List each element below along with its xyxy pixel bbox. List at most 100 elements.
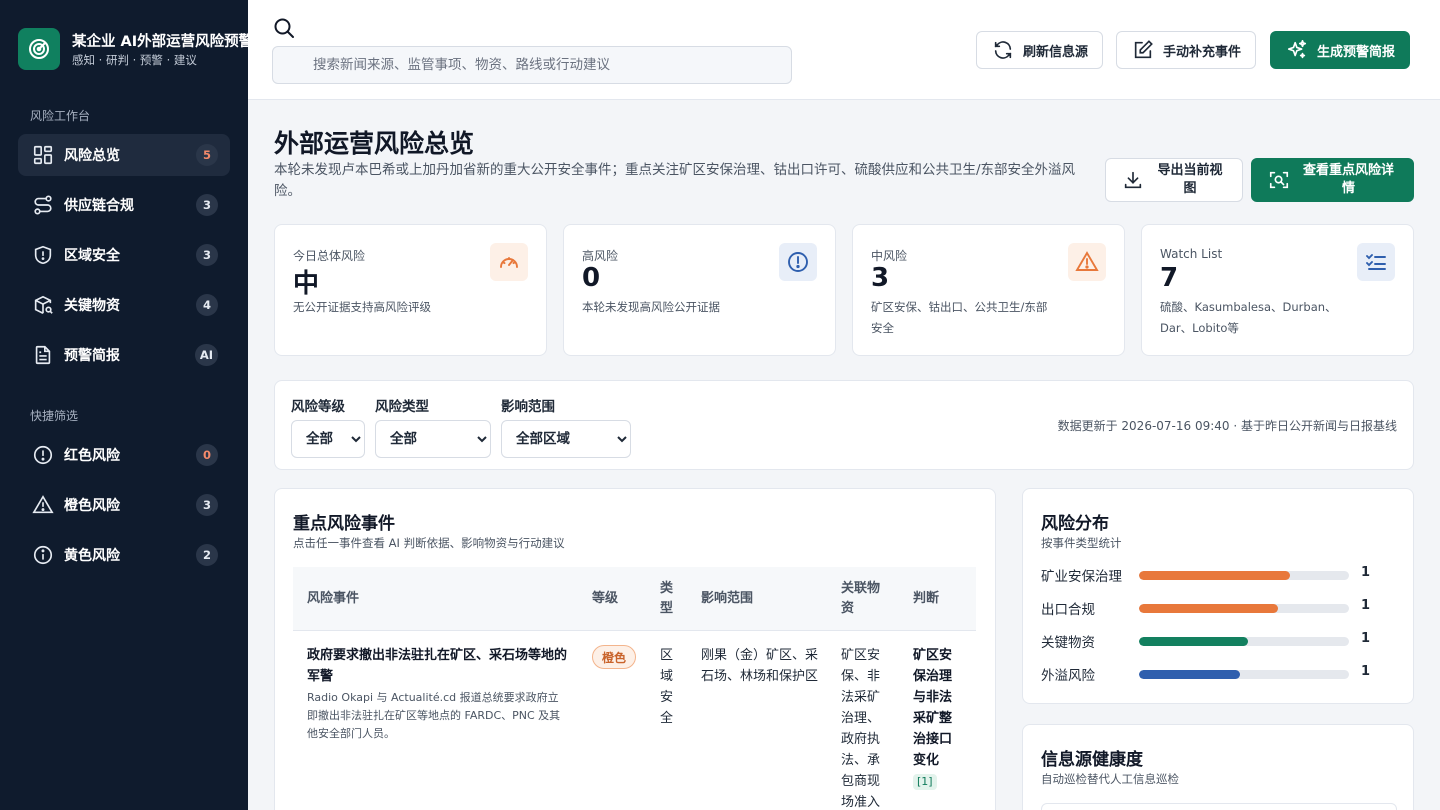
event-judgment: 矿区安保治理与非法采矿整治接口变化 [1] bbox=[913, 645, 959, 792]
count-badge: 4 bbox=[196, 294, 218, 316]
distribution-bar-fill bbox=[1139, 637, 1249, 646]
sidebar-item-label: 供应链合规 bbox=[64, 198, 134, 214]
sidebar-item-label: 橙色风险 bbox=[64, 498, 120, 514]
manual-add-event-button[interactable]: 手动补充事件 bbox=[1116, 31, 1257, 69]
count-badge: 2 bbox=[196, 544, 218, 566]
checklist-icon bbox=[1357, 243, 1395, 281]
stat-description: 硫酸、Kasumbalesa、Durban、Dar、Lobito等 bbox=[1160, 300, 1337, 335]
refresh-icon bbox=[991, 38, 1015, 62]
distribution-bar-track bbox=[1139, 670, 1349, 679]
stat-label: Watch List bbox=[1160, 247, 1223, 261]
view-key-risk-details-button[interactable]: 查看重点风险详情 bbox=[1251, 158, 1414, 202]
risk-level-select[interactable]: 全部 bbox=[291, 420, 365, 458]
download-icon bbox=[1121, 168, 1145, 192]
export-view-button[interactable]: 导出当前视图 bbox=[1105, 158, 1243, 202]
alert-triangle-icon bbox=[1068, 243, 1106, 281]
sidebar-item-red-risk[interactable]: 红色风险 0 bbox=[18, 434, 230, 476]
count-badge: 5 bbox=[196, 144, 218, 166]
distribution-row: 矿业安保治理 1 bbox=[1041, 565, 1397, 587]
count-badge: 3 bbox=[196, 494, 218, 516]
section-title-filters: 快捷筛选 bbox=[30, 409, 79, 423]
gauge-icon bbox=[490, 243, 528, 281]
alert-circle-icon bbox=[779, 243, 817, 281]
source-health-panel: 信息源健康度 自动巡检替代人工信息巡检 bbox=[1022, 724, 1414, 810]
package-search-icon bbox=[32, 294, 54, 316]
scan-search-icon bbox=[1267, 168, 1291, 192]
risk-level-badge: 橙色 bbox=[592, 645, 637, 669]
distribution-bar-track bbox=[1139, 637, 1349, 646]
brand: 某企业 AI外部运营风险预警 感知 · 研判 · 预警 · 建议 bbox=[18, 28, 248, 72]
sidebar-item-key-materials[interactable]: 关键物资 4 bbox=[18, 284, 230, 326]
generate-brief-button[interactable]: 生成预警简报 bbox=[1270, 31, 1411, 69]
shield-icon bbox=[32, 244, 54, 266]
page-description: 本轮未发现卢本巴希或上加丹加省新的重大公开安全事件；重点关注矿区安保治理、钴出口… bbox=[274, 162, 1076, 199]
event-title: 政府要求撤出非法驻扎在矿区、采石场等地的军警 bbox=[307, 648, 568, 684]
stat-value: 中 bbox=[293, 269, 320, 299]
sidebar-item-warning-brief[interactable]: 预警简报 AI bbox=[18, 334, 230, 376]
section-title-workbench: 风险工作台 bbox=[30, 109, 91, 123]
stat-description: 本轮未发现高风险公开证据 bbox=[582, 300, 720, 314]
source-health-list bbox=[1041, 803, 1397, 810]
citation-link[interactable]: [1] bbox=[913, 774, 937, 790]
refresh-sources-button[interactable]: 刷新信息源 bbox=[976, 31, 1104, 69]
search-input[interactable] bbox=[272, 46, 792, 84]
sidebar-item-supply-chain[interactable]: 供应链合规 3 bbox=[18, 184, 230, 226]
stat-value: 0 bbox=[582, 263, 601, 293]
column-header-event: 风险事件 bbox=[307, 591, 360, 606]
risk-type-select[interactable]: 全部 bbox=[375, 420, 491, 458]
sidebar-item-risk-overview[interactable]: 风险总览 5 bbox=[18, 134, 230, 176]
sidebar-item-label: 预警简报 bbox=[64, 348, 120, 364]
stat-value: 3 bbox=[871, 263, 890, 293]
radar-logo-icon bbox=[18, 28, 60, 70]
sidebar-item-label: 红色风险 bbox=[64, 448, 120, 464]
info-circle-icon bbox=[32, 544, 54, 566]
sparkles-icon bbox=[1285, 38, 1309, 62]
distribution-bar-fill bbox=[1139, 604, 1278, 613]
panel-title: 风险分布 bbox=[1041, 514, 1109, 534]
sidebar-item-label: 风险总览 bbox=[64, 148, 120, 164]
sidebar-item-label: 区域安全 bbox=[64, 248, 120, 264]
stat-card-medium-risk: 中风险 3 矿区安保、钴出口、公共卫生/东部安全 bbox=[852, 224, 1125, 356]
filter-label-type: 风险类型 bbox=[375, 399, 429, 415]
distribution-count: 1 bbox=[1361, 565, 1371, 580]
table-row[interactable]: 政府要求撤出非法驻扎在矿区、采石场等地的军警 Radio Okapi 与 Act… bbox=[293, 631, 976, 810]
sidebar-item-regional-security[interactable]: 区域安全 3 bbox=[18, 234, 230, 276]
sidebar-item-orange-risk[interactable]: 橙色风险 3 bbox=[18, 484, 230, 526]
distribution-row: 出口合规 1 bbox=[1041, 598, 1397, 620]
key-risk-events-panel: 重点风险事件 点击任一事件查看 AI 判断依据、影响物资与行动建议 风险事件 等… bbox=[274, 488, 996, 810]
filter-label-scope: 影响范围 bbox=[501, 399, 555, 415]
dashboard-icon bbox=[32, 144, 54, 166]
column-header-materials: 关联物资 bbox=[841, 581, 881, 616]
impact-scope-select[interactable]: 全部区域 bbox=[501, 420, 631, 458]
distribution-label: 出口合规 bbox=[1041, 602, 1095, 618]
distribution-count: 1 bbox=[1361, 598, 1371, 613]
distribution-bar-fill bbox=[1139, 670, 1240, 679]
column-header-judgment: 判断 bbox=[913, 591, 940, 606]
distribution-label: 关键物资 bbox=[1041, 635, 1095, 651]
export-view-label: 导出当前视图 bbox=[1157, 163, 1223, 196]
alert-triangle-icon bbox=[32, 494, 54, 516]
stat-description: 矿区安保、钴出口、公共卫生/东部安全 bbox=[871, 300, 1048, 335]
brand-subtitle: 感知 · 研判 · 预警 · 建议 bbox=[72, 53, 197, 67]
count-badge: 3 bbox=[196, 194, 218, 216]
distribution-count: 1 bbox=[1361, 631, 1371, 646]
brand-title: 某企业 AI外部运营风险预警 bbox=[72, 34, 248, 50]
sidebar-item-yellow-risk[interactable]: 黄色风险 2 bbox=[18, 534, 230, 576]
refresh-sources-label: 刷新信息源 bbox=[1023, 44, 1089, 60]
distribution-label: 外溢风险 bbox=[1041, 668, 1095, 684]
event-materials: 矿区安保、非法采矿治理、政府执法、承包商现场准入 bbox=[841, 648, 881, 810]
distribution-label: 矿业安保治理 bbox=[1041, 569, 1122, 585]
stat-description: 无公开证据支持高风险评级 bbox=[293, 300, 431, 314]
risk-distribution-panel: 风险分布 按事件类型统计 矿业安保治理 1 出口合规 1 关键物资 1 外溢风险… bbox=[1022, 488, 1414, 704]
topbar: 刷新信息源 手动补充事件 生成预警简报 bbox=[248, 0, 1440, 100]
sidebar: 某企业 AI外部运营风险预警 感知 · 研判 · 预警 · 建议 风险工作台 风… bbox=[0, 0, 248, 810]
panel-subtitle: 自动巡检替代人工信息巡检 bbox=[1041, 772, 1179, 786]
column-header-level: 等级 bbox=[592, 591, 619, 606]
page-title: 外部运营风险总览 bbox=[274, 129, 475, 158]
distribution-bar-track bbox=[1139, 571, 1349, 580]
sidebar-item-label: 黄色风险 bbox=[64, 548, 120, 564]
panel-subtitle: 点击任一事件查看 AI 判断依据、影响物资与行动建议 bbox=[293, 536, 565, 550]
stat-value: 7 bbox=[1160, 263, 1179, 293]
manual-add-event-label: 手动补充事件 bbox=[1163, 44, 1242, 60]
event-judgment-text: 矿区安保治理与非法采矿整治接口变化 bbox=[913, 648, 953, 768]
